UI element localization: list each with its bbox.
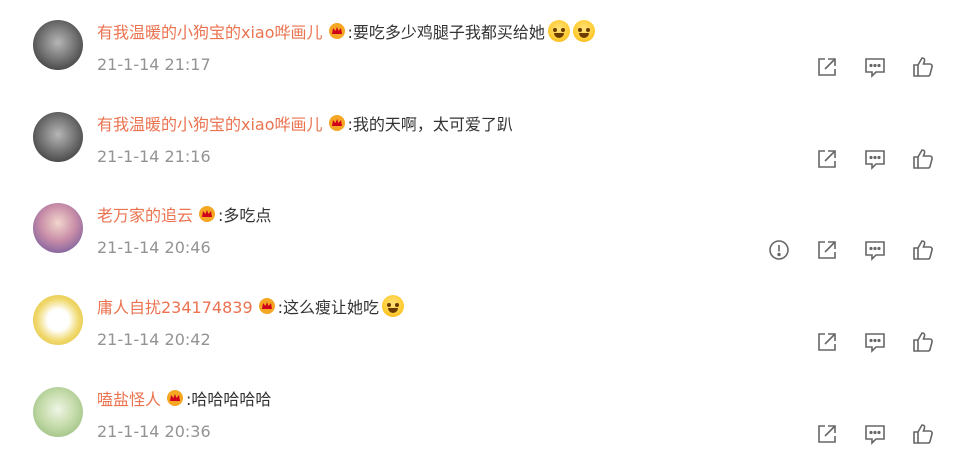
comment-text: :要吃多少鸡腿子我都买给她	[347, 23, 545, 42]
like-icon[interactable]	[912, 423, 934, 445]
comment-time: 21-1-14 20:42	[97, 330, 211, 349]
crying-face-emoji	[547, 20, 570, 42]
share-icon[interactable]	[816, 148, 838, 170]
user-avatar[interactable]	[33, 112, 83, 162]
comment-item: 有我温暖的小狗宝的xiao哗画儿 :我的天啊，太可爱了趴 21-1-14 21:…	[0, 92, 963, 184]
username-link[interactable]: 嗑盐怪人	[97, 386, 161, 410]
comment-time: 21-1-14 21:16	[97, 147, 211, 166]
username-link[interactable]: 有我温暖的小狗宝的xiao哗画儿	[97, 19, 323, 43]
comment-time: 21-1-14 21:17	[97, 55, 211, 74]
comment-line: 老万家的追云 :多吃点	[97, 201, 271, 227]
comment-item: 嗑盐怪人 :哈哈哈哈哈 21-1-14 20:36	[0, 367, 963, 459]
username-link[interactable]: 庸人自扰234174839	[97, 294, 253, 318]
laughing-face-emoji	[382, 295, 405, 317]
comment-icon[interactable]	[864, 423, 886, 445]
username-link[interactable]: 老万家的追云	[97, 202, 193, 226]
comment-time: 21-1-14 20:36	[97, 422, 211, 441]
comment-item: 有我温暖的小狗宝的xiao哗画儿 :要吃多少鸡腿子我都买给她 21-1-14 2…	[0, 0, 963, 92]
user-avatar[interactable]	[33, 203, 83, 253]
comment-item: 庸人自扰234174839 :这么瘦让她吃 21-1-14 20:42	[0, 275, 963, 367]
user-avatar[interactable]	[33, 295, 83, 345]
share-icon[interactable]	[816, 331, 838, 353]
vip-crown-icon	[328, 22, 346, 40]
like-icon[interactable]	[912, 331, 934, 353]
like-icon[interactable]	[912, 148, 934, 170]
comment-icon[interactable]	[864, 331, 886, 353]
vip-crown-icon	[166, 389, 184, 407]
comment-time: 21-1-14 20:46	[97, 238, 211, 257]
comment-text: :我的天啊，太可爱了趴	[347, 115, 513, 134]
like-icon[interactable]	[912, 239, 934, 261]
share-icon[interactable]	[816, 239, 838, 261]
comment-line: 有我温暖的小狗宝的xiao哗画儿 :要吃多少鸡腿子我都买给她	[97, 18, 595, 44]
comment-line: 有我温暖的小狗宝的xiao哗画儿 :我的天啊，太可爱了趴	[97, 110, 513, 136]
vip-crown-icon	[328, 114, 346, 132]
comment-icon[interactable]	[864, 239, 886, 261]
vip-crown-icon	[258, 297, 276, 315]
vip-crown-icon	[198, 205, 216, 223]
comment-text: :哈哈哈哈哈	[186, 390, 272, 409]
comment-line: 嗑盐怪人 :哈哈哈哈哈	[97, 385, 271, 411]
comment-icon[interactable]	[864, 148, 886, 170]
report-icon[interactable]	[768, 239, 790, 261]
like-icon[interactable]	[912, 56, 934, 78]
comment-line: 庸人自扰234174839 :这么瘦让她吃	[97, 293, 405, 319]
share-icon[interactable]	[816, 56, 838, 78]
user-avatar[interactable]	[33, 387, 83, 437]
share-icon[interactable]	[816, 423, 838, 445]
comment-text: :这么瘦让她吃	[277, 298, 380, 317]
comment-icon[interactable]	[864, 56, 886, 78]
comment-text: :多吃点	[218, 206, 272, 225]
comment-item: 老万家的追云 :多吃点 21-1-14 20:46	[0, 183, 963, 275]
crying-face-emoji	[572, 20, 595, 42]
username-link[interactable]: 有我温暖的小狗宝的xiao哗画儿	[97, 111, 323, 135]
user-avatar[interactable]	[33, 20, 83, 70]
